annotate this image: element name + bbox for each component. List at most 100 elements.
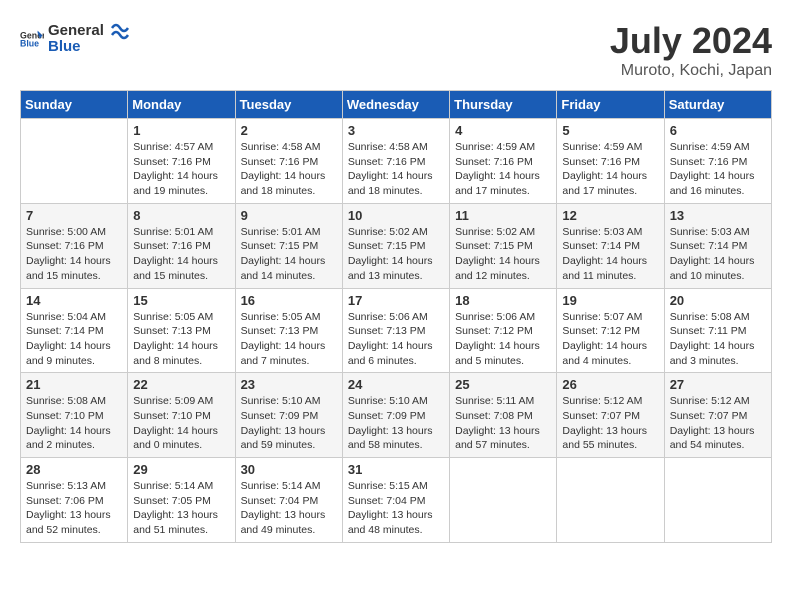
day-number: 24 bbox=[348, 377, 444, 392]
cell-sun-info: Sunrise: 4:58 AM Sunset: 7:16 PM Dayligh… bbox=[348, 140, 444, 199]
calendar-cell bbox=[21, 119, 128, 204]
calendar-week-row: 21Sunrise: 5:08 AM Sunset: 7:10 PM Dayli… bbox=[21, 373, 772, 458]
calendar-cell: 16 Sunrise: 5:05 AM Sunset: 7:13 PM Dayli… bbox=[235, 288, 342, 373]
day-number: 9 bbox=[241, 208, 337, 223]
day-number: 17 bbox=[348, 293, 444, 308]
day-number: 27 bbox=[670, 377, 766, 392]
cell-sun-info: Sunrise: 5:06 AM Sunset: 7:12 PM Dayligh… bbox=[455, 310, 551, 369]
calendar-cell: 27Sunrise: 5:12 AM Sunset: 7:07 PM Dayli… bbox=[664, 373, 771, 458]
calendar-cell: 26 Sunrise: 5:12 AM Sunset: 7:07 PM Dayli… bbox=[557, 373, 664, 458]
day-number: 13 bbox=[670, 208, 766, 223]
day-number: 2 bbox=[241, 123, 337, 138]
calendar-cell: 8 Sunrise: 5:01 AM Sunset: 7:16 PM Daylig… bbox=[128, 203, 235, 288]
calendar-cell: 2 Sunrise: 4:58 AM Sunset: 7:16 PM Daylig… bbox=[235, 119, 342, 204]
cell-sun-info: Sunrise: 5:05 AM Sunset: 7:13 PM Dayligh… bbox=[241, 310, 337, 369]
day-number: 31 bbox=[348, 462, 444, 477]
cell-sun-info: Sunrise: 5:02 AM Sunset: 7:15 PM Dayligh… bbox=[348, 225, 444, 284]
day-number: 14 bbox=[26, 293, 122, 308]
cell-sun-info: Sunrise: 4:58 AM Sunset: 7:16 PM Dayligh… bbox=[241, 140, 337, 199]
day-number: 20 bbox=[670, 293, 766, 308]
cell-sun-info: Sunrise: 5:09 AM Sunset: 7:10 PM Dayligh… bbox=[133, 394, 229, 453]
calendar-cell: 30Sunrise: 5:14 AM Sunset: 7:04 PM Dayli… bbox=[235, 458, 342, 543]
cell-sun-info: Sunrise: 5:01 AM Sunset: 7:16 PM Dayligh… bbox=[133, 225, 229, 284]
calendar-cell: 6 Sunrise: 4:59 AM Sunset: 7:16 PM Daylig… bbox=[664, 119, 771, 204]
day-number: 7 bbox=[26, 208, 122, 223]
cell-sun-info: Sunrise: 5:14 AM Sunset: 7:04 PM Dayligh… bbox=[241, 479, 337, 538]
day-number: 16 bbox=[241, 293, 337, 308]
calendar-week-row: 7 Sunrise: 5:00 AM Sunset: 7:16 PM Daylig… bbox=[21, 203, 772, 288]
calendar-cell: 5 Sunrise: 4:59 AM Sunset: 7:16 PM Daylig… bbox=[557, 119, 664, 204]
calendar-cell: 31 Sunrise: 5:15 AM Sunset: 7:04 PM Dayli… bbox=[342, 458, 449, 543]
cell-sun-info: Sunrise: 4:59 AM Sunset: 7:16 PM Dayligh… bbox=[562, 140, 658, 199]
cell-sun-info: Sunrise: 5:14 AM Sunset: 7:05 PM Dayligh… bbox=[133, 479, 229, 538]
calendar-cell: 15Sunrise: 5:05 AM Sunset: 7:13 PM Dayli… bbox=[128, 288, 235, 373]
calendar-table: SundayMondayTuesdayWednesdayThursdayFrid… bbox=[20, 90, 772, 543]
weekday-header-tuesday: Tuesday bbox=[235, 91, 342, 119]
calendar-cell: 10 Sunrise: 5:02 AM Sunset: 7:15 PM Dayli… bbox=[342, 203, 449, 288]
day-number: 29 bbox=[133, 462, 229, 477]
cell-sun-info: Sunrise: 5:03 AM Sunset: 7:14 PM Dayligh… bbox=[562, 225, 658, 284]
cell-sun-info: Sunrise: 5:15 AM Sunset: 7:04 PM Dayligh… bbox=[348, 479, 444, 538]
calendar-cell: 17 Sunrise: 5:06 AM Sunset: 7:13 PM Dayli… bbox=[342, 288, 449, 373]
calendar-week-row: 28 Sunrise: 5:13 AM Sunset: 7:06 PM Dayli… bbox=[21, 458, 772, 543]
weekday-header-monday: Monday bbox=[128, 91, 235, 119]
day-number: 1 bbox=[133, 123, 229, 138]
svg-text:Blue: Blue bbox=[20, 39, 39, 49]
day-number: 18 bbox=[455, 293, 551, 308]
day-number: 23 bbox=[241, 377, 337, 392]
day-number: 19 bbox=[562, 293, 658, 308]
calendar-cell: 9 Sunrise: 5:01 AM Sunset: 7:15 PM Daylig… bbox=[235, 203, 342, 288]
cell-sun-info: Sunrise: 4:59 AM Sunset: 7:16 PM Dayligh… bbox=[670, 140, 766, 199]
calendar-cell: 7 Sunrise: 5:00 AM Sunset: 7:16 PM Daylig… bbox=[21, 203, 128, 288]
day-number: 5 bbox=[562, 123, 658, 138]
calendar-cell: 18 Sunrise: 5:06 AM Sunset: 7:12 PM Dayli… bbox=[450, 288, 557, 373]
day-number: 15 bbox=[133, 293, 229, 308]
cell-sun-info: Sunrise: 5:06 AM Sunset: 7:13 PM Dayligh… bbox=[348, 310, 444, 369]
day-number: 4 bbox=[455, 123, 551, 138]
cell-sun-info: Sunrise: 5:12 AM Sunset: 7:07 PM Dayligh… bbox=[562, 394, 658, 453]
day-number: 10 bbox=[348, 208, 444, 223]
day-number: 8 bbox=[133, 208, 229, 223]
calendar-cell: 13Sunrise: 5:03 AM Sunset: 7:14 PM Dayli… bbox=[664, 203, 771, 288]
cell-sun-info: Sunrise: 5:13 AM Sunset: 7:06 PM Dayligh… bbox=[26, 479, 122, 538]
cell-sun-info: Sunrise: 5:02 AM Sunset: 7:15 PM Dayligh… bbox=[455, 225, 551, 284]
logo-blue-text: Blue bbox=[48, 39, 104, 56]
cell-sun-info: Sunrise: 5:11 AM Sunset: 7:08 PM Dayligh… bbox=[455, 394, 551, 453]
logo: General Blue General Blue bbox=[20, 20, 130, 58]
calendar-cell: 28 Sunrise: 5:13 AM Sunset: 7:06 PM Dayli… bbox=[21, 458, 128, 543]
calendar-cell: 23Sunrise: 5:10 AM Sunset: 7:09 PM Dayli… bbox=[235, 373, 342, 458]
cell-sun-info: Sunrise: 5:07 AM Sunset: 7:12 PM Dayligh… bbox=[562, 310, 658, 369]
calendar-cell: 20 Sunrise: 5:08 AM Sunset: 7:11 PM Dayli… bbox=[664, 288, 771, 373]
calendar-cell: 3Sunrise: 4:58 AM Sunset: 7:16 PM Daylig… bbox=[342, 119, 449, 204]
cell-sun-info: Sunrise: 5:08 AM Sunset: 7:11 PM Dayligh… bbox=[670, 310, 766, 369]
cell-sun-info: Sunrise: 5:08 AM Sunset: 7:10 PM Dayligh… bbox=[26, 394, 122, 453]
calendar-cell: 29 Sunrise: 5:14 AM Sunset: 7:05 PM Dayli… bbox=[128, 458, 235, 543]
logo-icon: General Blue bbox=[20, 29, 44, 49]
title-area: July 2024 Muroto, Kochi, Japan bbox=[610, 20, 772, 80]
calendar-cell: 22Sunrise: 5:09 AM Sunset: 7:10 PM Dayli… bbox=[128, 373, 235, 458]
cell-sun-info: Sunrise: 5:00 AM Sunset: 7:16 PM Dayligh… bbox=[26, 225, 122, 284]
weekday-header-wednesday: Wednesday bbox=[342, 91, 449, 119]
day-number: 25 bbox=[455, 377, 551, 392]
calendar-cell: 14 Sunrise: 5:04 AM Sunset: 7:14 PM Dayli… bbox=[21, 288, 128, 373]
calendar-cell: 11 Sunrise: 5:02 AM Sunset: 7:15 PM Dayli… bbox=[450, 203, 557, 288]
location-subtitle: Muroto, Kochi, Japan bbox=[610, 62, 772, 80]
day-number: 11 bbox=[455, 208, 551, 223]
day-number: 28 bbox=[26, 462, 122, 477]
cell-sun-info: Sunrise: 5:01 AM Sunset: 7:15 PM Dayligh… bbox=[241, 225, 337, 284]
logo-general-text: General bbox=[48, 23, 104, 40]
cell-sun-info: Sunrise: 4:59 AM Sunset: 7:16 PM Dayligh… bbox=[455, 140, 551, 199]
weekday-header-row: SundayMondayTuesdayWednesdayThursdayFrid… bbox=[21, 91, 772, 119]
calendar-week-row: 1Sunrise: 4:57 AM Sunset: 7:16 PM Daylig… bbox=[21, 119, 772, 204]
calendar-cell bbox=[557, 458, 664, 543]
calendar-cell: 12Sunrise: 5:03 AM Sunset: 7:14 PM Dayli… bbox=[557, 203, 664, 288]
day-number: 26 bbox=[562, 377, 658, 392]
cell-sun-info: Sunrise: 5:04 AM Sunset: 7:14 PM Dayligh… bbox=[26, 310, 122, 369]
calendar-cell: 4 Sunrise: 4:59 AM Sunset: 7:16 PM Daylig… bbox=[450, 119, 557, 204]
day-number: 6 bbox=[670, 123, 766, 138]
calendar-cell: 19 Sunrise: 5:07 AM Sunset: 7:12 PM Dayli… bbox=[557, 288, 664, 373]
calendar-cell bbox=[664, 458, 771, 543]
calendar-cell bbox=[450, 458, 557, 543]
header: General Blue General Blue July 2024 Muro… bbox=[20, 20, 772, 80]
weekday-header-friday: Friday bbox=[557, 91, 664, 119]
